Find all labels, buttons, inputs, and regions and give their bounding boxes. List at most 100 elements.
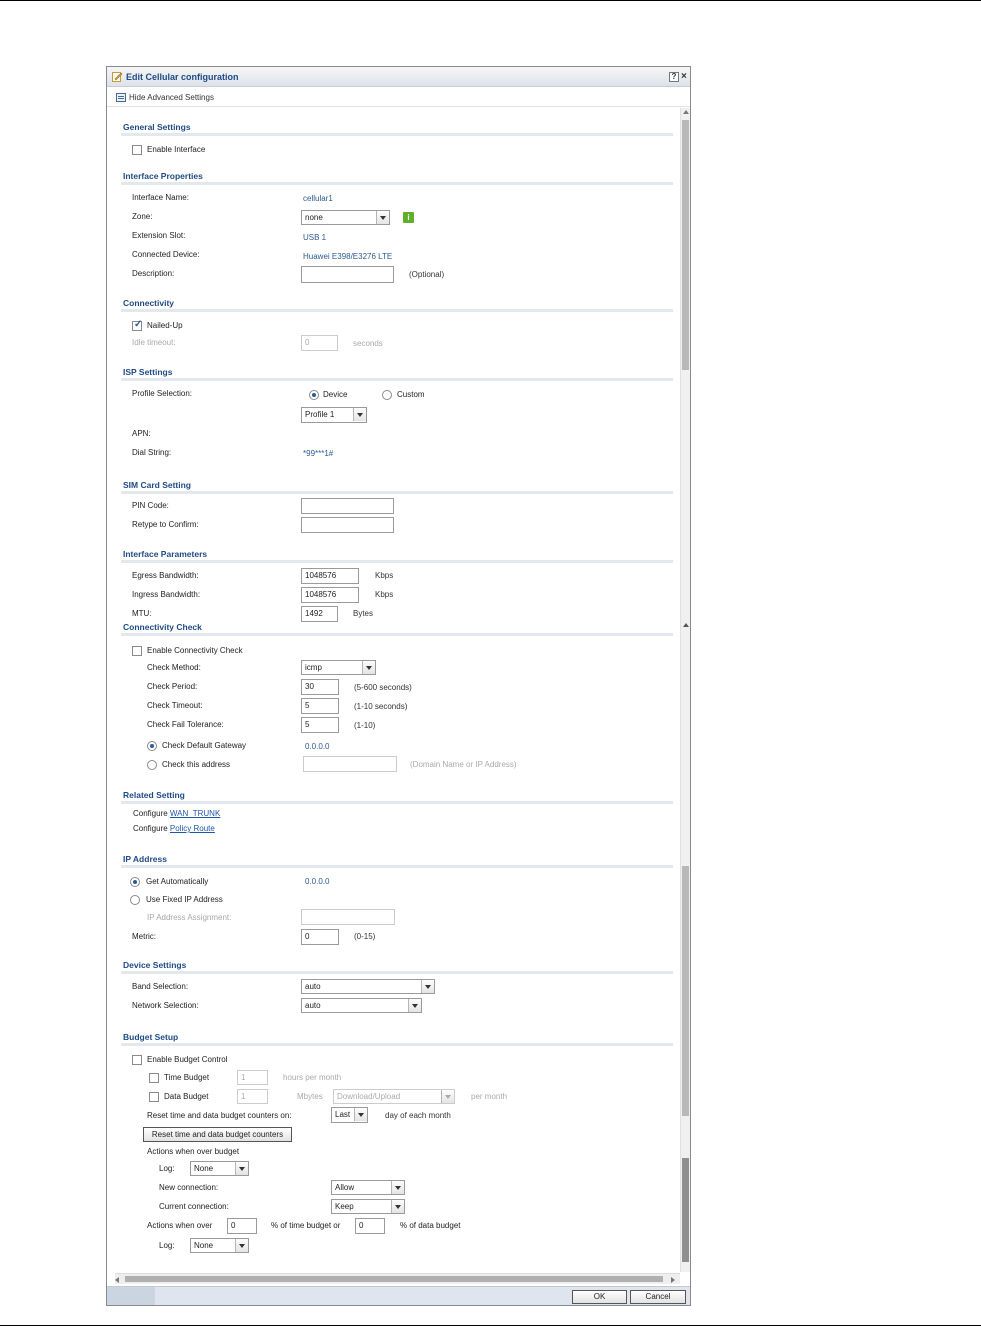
enable-interface-label: Enable Interface — [147, 145, 206, 154]
section-connectivity: Connectivity — [123, 298, 175, 308]
zone-select[interactable]: none — [301, 210, 390, 225]
band-selection-select[interactable]: auto — [301, 979, 435, 994]
scroll-thumb[interactable] — [682, 866, 689, 1116]
log-select[interactable]: None — [190, 1238, 249, 1253]
retype-confirm-label: Retype to Confirm: — [132, 520, 199, 529]
check-fail-tolerance-input[interactable]: 5 — [301, 717, 339, 733]
section-divider — [121, 865, 673, 868]
interface-name-label: Interface Name: — [132, 193, 189, 202]
use-fixed-ip-label: Use Fixed IP Address — [146, 895, 223, 904]
mtu-input[interactable]: 1492 — [301, 606, 338, 622]
cancel-button[interactable]: Cancel — [630, 1290, 686, 1304]
ip-address-assignment-input[interactable] — [301, 909, 395, 925]
check-this-address-label: Check this address — [162, 760, 231, 769]
time-budget-checkbox[interactable] — [149, 1073, 159, 1083]
ok-button[interactable]: OK — [572, 1290, 627, 1304]
nailed-up-label: Nailed-Up — [147, 321, 183, 330]
percent-data-budget-input[interactable]: 0 — [355, 1218, 385, 1234]
scroll-up-icon[interactable] — [683, 110, 689, 114]
section-divider — [121, 133, 673, 136]
vertical-scrollbar[interactable] — [680, 108, 690, 1272]
idle-timeout-input[interactable]: 0 — [301, 335, 338, 351]
edit-cellular-dialog: Edit Cellular configuration ? × Hide Adv… — [106, 66, 691, 1306]
profile-custom-radio[interactable] — [382, 390, 392, 400]
zone-info-icon[interactable]: i — [403, 212, 414, 223]
data-budget-input[interactable]: 1 — [237, 1089, 268, 1104]
section-divider — [121, 309, 673, 312]
nailed-up-checkbox[interactable] — [132, 319, 142, 331]
metric-input[interactable]: 0 — [301, 929, 339, 945]
enable-budget-control-checkbox[interactable] — [132, 1055, 142, 1065]
check-timeout-hint: (1-10 seconds) — [354, 702, 408, 711]
scroll-thumb[interactable] — [125, 1276, 663, 1282]
description-optional-hint: (Optional) — [409, 270, 445, 279]
check-address-input[interactable] — [303, 756, 397, 772]
zone-label: Zone: — [132, 212, 153, 221]
check-timeout-label: Check Timeout: — [147, 701, 203, 710]
dialog-titlebar: Edit Cellular configuration ? × — [107, 67, 690, 87]
pin-code-input[interactable] — [301, 498, 394, 514]
check-period-input[interactable]: 30 — [301, 679, 339, 695]
log-select[interactable]: None — [190, 1161, 249, 1176]
check-fail-tolerance-label: Check Fail Tolerance: — [147, 720, 224, 729]
chevron-down-icon — [391, 1200, 404, 1213]
new-connection-select[interactable]: Allow — [331, 1180, 405, 1195]
extension-slot-label: Extension Slot: — [132, 231, 186, 240]
section-interface-properties: Interface Properties — [123, 171, 203, 181]
horizontal-scrollbar[interactable] — [115, 1273, 680, 1284]
enable-connectivity-check-label: Enable Connectivity Check — [147, 646, 243, 655]
scroll-left-icon[interactable] — [115, 1277, 119, 1283]
data-budget-suffix: per month — [471, 1092, 508, 1101]
reset-counters-button[interactable]: Reset time and data budget counters — [143, 1127, 292, 1142]
data-budget-unit: Mbytes — [297, 1092, 323, 1101]
configure-label: Configure Policy Route — [133, 824, 215, 833]
section-divider — [121, 491, 673, 494]
dialog-content: General Settings Enable Interface Interf… — [107, 108, 680, 1272]
time-budget-input[interactable]: 1 — [237, 1070, 268, 1085]
egress-bandwidth-unit: Kbps — [375, 571, 394, 580]
scroll-right-icon[interactable] — [671, 1277, 675, 1283]
advanced-settings-toggle[interactable]: Hide Advanced Settings — [107, 88, 690, 107]
mtu-unit: Bytes — [353, 609, 374, 618]
scroll-thumb[interactable] — [682, 1158, 689, 1262]
profile-device-radio[interactable] — [309, 390, 319, 400]
enable-interface-checkbox[interactable] — [132, 145, 142, 155]
close-icon[interactable]: × — [681, 71, 687, 82]
percent-time-budget-input[interactable]: 0 — [227, 1218, 257, 1234]
profile-selection-label: Profile Selection: — [132, 389, 193, 398]
network-selection-select[interactable]: auto — [301, 998, 422, 1013]
retype-confirm-input[interactable] — [301, 517, 394, 533]
section-ip-address: IP Address — [123, 854, 167, 864]
current-connection-select[interactable]: Keep — [331, 1199, 405, 1214]
metric-hint: (0-15) — [354, 932, 376, 941]
chevron-down-icon — [421, 980, 434, 993]
check-method-select[interactable]: icmp — [301, 660, 376, 675]
data-budget-checkbox[interactable] — [149, 1092, 159, 1102]
profile-select[interactable]: Profile 1 — [301, 407, 367, 423]
reset-day-select[interactable]: Last — [331, 1107, 368, 1123]
dial-string-value: *99***1# — [303, 449, 334, 458]
help-icon[interactable]: ? — [669, 72, 679, 82]
egress-bandwidth-label: Egress Bandwidth: — [132, 571, 199, 580]
section-sim-card-setting: SIM Card Setting — [123, 480, 192, 490]
section-divider — [121, 633, 673, 636]
use-fixed-ip-radio[interactable] — [130, 895, 140, 905]
description-label: Description: — [132, 269, 175, 278]
policy-route-link[interactable]: Policy Route — [170, 824, 215, 833]
scroll-thumb[interactable] — [682, 120, 689, 370]
ingress-bandwidth-input[interactable]: 1048576 — [301, 587, 359, 603]
chevron-down-icon — [391, 1181, 404, 1194]
chevron-down-icon — [441, 1090, 454, 1103]
wan-trunk-link[interactable]: WAN_TRUNK — [170, 809, 220, 818]
scroll-up-icon[interactable] — [683, 623, 689, 627]
check-this-address-radio[interactable] — [147, 760, 157, 770]
section-divider — [121, 182, 673, 185]
check-timeout-input[interactable]: 5 — [301, 698, 339, 714]
check-default-gateway-radio[interactable] — [147, 741, 157, 751]
get-automatically-radio[interactable] — [130, 877, 140, 887]
description-input[interactable] — [301, 266, 394, 283]
enable-connectivity-check-checkbox[interactable] — [132, 646, 142, 656]
edit-pencil-icon — [112, 72, 123, 82]
data-budget-mode-select[interactable]: Download/Upload — [333, 1089, 455, 1104]
egress-bandwidth-input[interactable]: 1048576 — [301, 568, 359, 584]
